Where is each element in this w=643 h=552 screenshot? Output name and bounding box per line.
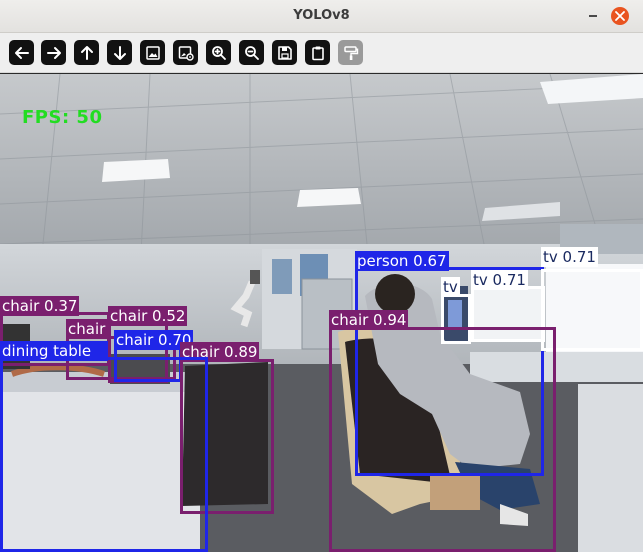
detection-label-chair-occluded: chair — [66, 319, 108, 339]
window-title-bar[interactable]: YOLOv8 — [0, 0, 643, 33]
down-button[interactable] — [107, 40, 132, 65]
detection-label-tv-right: tv 0.71 — [541, 247, 598, 267]
paint-roller-icon — [343, 45, 358, 60]
image-icon — [145, 45, 160, 60]
fps-counter: FPS: 50 — [22, 107, 103, 128]
forward-button[interactable] — [41, 40, 66, 65]
minimize-button[interactable] — [584, 7, 602, 25]
paint-button[interactable] — [338, 40, 363, 65]
arrow-right-icon — [46, 46, 61, 59]
save-button[interactable] — [272, 40, 297, 65]
clipboard-button[interactable] — [305, 40, 330, 65]
clipboard-icon — [311, 46, 324, 60]
window-title: YOLOv8 — [293, 8, 350, 23]
image-gear-icon — [178, 45, 194, 61]
zoom-out-button[interactable] — [239, 40, 264, 65]
detection-label-tv-small: tv — [441, 277, 460, 297]
arrow-down-icon — [113, 45, 126, 60]
back-button[interactable] — [9, 40, 34, 65]
detection-label-chair-large: chair 0.94 — [329, 310, 409, 330]
detection-box-dining-table — [0, 357, 208, 552]
zoom-in-button[interactable] — [206, 40, 231, 65]
arrow-up-icon — [80, 45, 93, 60]
arrow-left-icon — [14, 46, 29, 59]
zoom-out-icon — [244, 45, 259, 60]
up-button[interactable] — [74, 40, 99, 65]
camera-viewport[interactable]: FPS: 50 person 0.67 tv 0.71 tv 0.71 tv c… — [0, 74, 643, 552]
image-settings-button[interactable] — [173, 40, 198, 65]
zoom-in-icon — [211, 45, 226, 60]
open-image-button[interactable] — [140, 40, 165, 65]
detection-label-chair-back: chair 0.52 — [108, 306, 188, 326]
detection-label-person: person 0.67 — [355, 251, 449, 271]
close-button[interactable] — [611, 7, 629, 25]
detection-box-tv-right — [541, 269, 643, 351]
detection-label-tv-middle: tv 0.71 — [471, 270, 528, 290]
detection-label-dining-table: dining table — [0, 341, 108, 361]
detection-label-chair-left: chair 0.37 — [0, 296, 80, 316]
detection-box-chair-large — [329, 327, 556, 552]
save-icon — [277, 45, 292, 60]
close-icon — [615, 11, 625, 21]
toolbar — [0, 33, 643, 73]
